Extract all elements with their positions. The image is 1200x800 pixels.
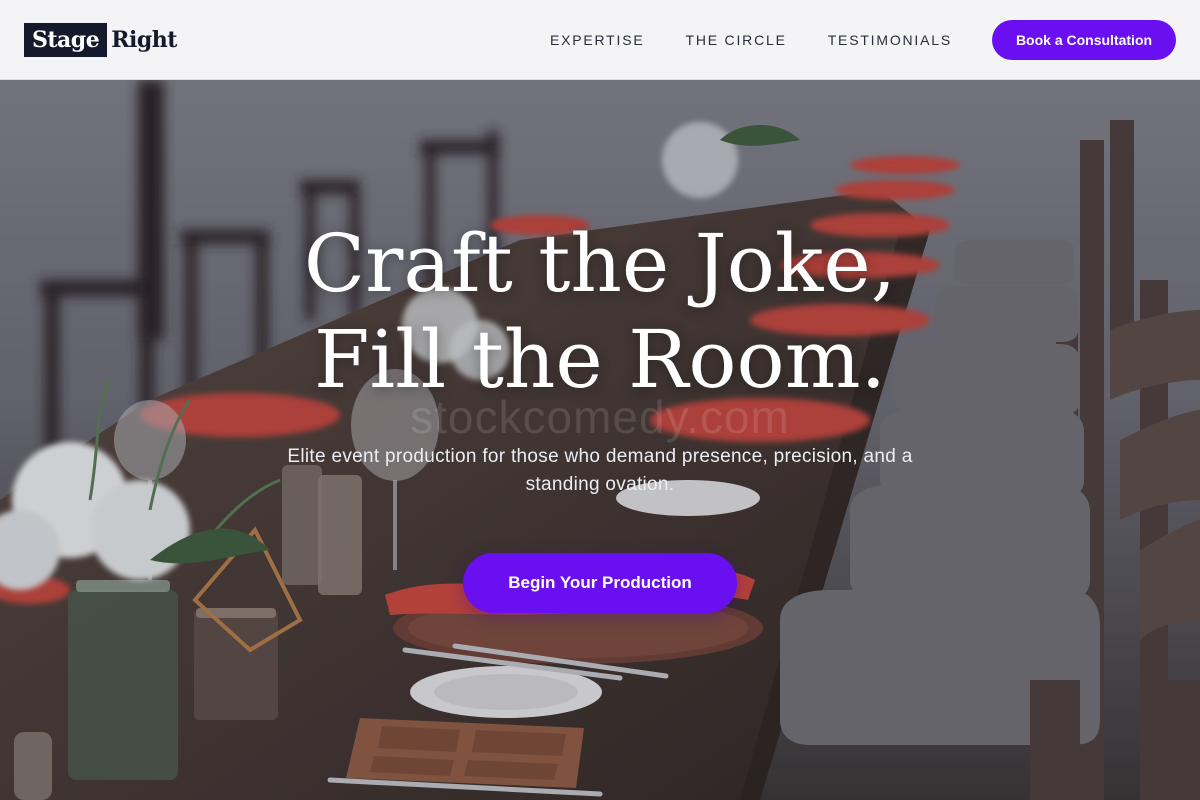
book-consultation-button[interactable]: Book a Consultation	[992, 19, 1176, 60]
hero-title-line-1: Craft the Joke,	[303, 217, 897, 310]
site-header: Stage Right EXPERTISE THE CIRCLE TESTIMO…	[0, 0, 1200, 80]
hero-title-line-2: Fill the Room.	[314, 313, 886, 406]
logo-boxed-text: Stage	[24, 22, 108, 57]
hero-content: Craft the Joke, Fill the Room. Elite eve…	[0, 216, 1200, 613]
logo[interactable]: Stage Right	[24, 22, 177, 57]
main-nav: EXPERTISE THE CIRCLE TESTIMONIALS Book a…	[550, 19, 1176, 60]
nav-link-expertise[interactable]: EXPERTISE	[550, 32, 645, 48]
nav-link-testimonials[interactable]: TESTIMONIALS	[828, 32, 952, 48]
nav-link-the-circle[interactable]: THE CIRCLE	[685, 32, 786, 48]
hero-title: Craft the Joke, Fill the Room.	[0, 216, 1200, 408]
begin-production-button[interactable]: Begin Your Production	[463, 553, 737, 613]
logo-text: Right	[111, 26, 177, 53]
hero-subtitle: Elite event production for those who dem…	[287, 446, 913, 495]
hero-section: stockcomedy.com Craft the Joke, Fill the…	[0, 80, 1200, 800]
